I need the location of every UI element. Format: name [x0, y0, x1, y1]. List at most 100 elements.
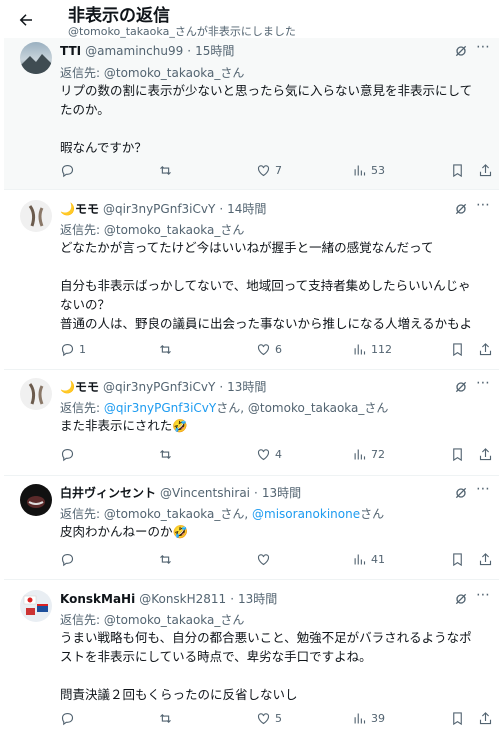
- reply-button[interactable]: 1: [60, 339, 86, 359]
- bookmark-button[interactable]: [450, 549, 465, 569]
- timestamp[interactable]: 13時間: [262, 484, 301, 501]
- share-button[interactable]: [478, 160, 493, 180]
- reply-to: 返信先: @tomoko_takaoka_さん: [60, 64, 244, 81]
- grok-icon[interactable]: [453, 43, 469, 59]
- tweet-actions: 1 6 112: [60, 339, 493, 359]
- views-icon: [354, 344, 366, 354]
- bookmark-button[interactable]: [450, 160, 465, 180]
- views-count: 53: [371, 163, 385, 177]
- bookmark-icon: [453, 711, 462, 725]
- bookmark-button[interactable]: [450, 339, 465, 359]
- like-button[interactable]: 4: [256, 444, 282, 464]
- more-icon[interactable]: ⋯: [476, 197, 491, 213]
- reply-to-user[interactable]: @tomoko_takaoka_さん,: [104, 507, 252, 521]
- separator: ·: [254, 485, 258, 500]
- grok-icon[interactable]: [453, 485, 469, 501]
- separator: ·: [187, 43, 192, 58]
- retweet-icon: [160, 713, 171, 723]
- reply-prefix: 返信先:: [60, 401, 104, 415]
- separator: ·: [230, 591, 235, 606]
- retweet-icon: [160, 449, 171, 459]
- author-handle[interactable]: @qir3nyPGnf3iCvY: [103, 380, 215, 394]
- retweet-button[interactable]: [158, 444, 177, 464]
- retweet-button[interactable]: [158, 708, 177, 728]
- retweet-button[interactable]: [158, 339, 177, 359]
- author-handle[interactable]: @Vincentshirai: [160, 486, 250, 500]
- reply-button[interactable]: [60, 549, 79, 569]
- heart-icon: [257, 343, 270, 355]
- retweet-button[interactable]: [158, 549, 177, 569]
- tweet-actions: 7 53: [60, 160, 493, 180]
- reply-to-user[interactable]: @tomoko_takaoka_さん: [104, 223, 245, 237]
- reply-button[interactable]: [60, 708, 79, 728]
- author-name[interactable]: 🌙モモ: [60, 378, 99, 395]
- views-button[interactable]: 53: [352, 160, 385, 180]
- like-button[interactable]: [256, 549, 275, 569]
- avatar[interactable]: [20, 42, 52, 74]
- reply-to-user-link[interactable]: @misoranokinone: [252, 507, 360, 521]
- author-handle[interactable]: @KonskH2811: [139, 592, 226, 606]
- more-icon[interactable]: ⋯: [476, 375, 491, 391]
- reply-prefix: 返信先:: [60, 223, 104, 237]
- views-button[interactable]: 41: [352, 549, 385, 569]
- like-button[interactable]: 7: [256, 160, 282, 180]
- timestamp[interactable]: 14時間: [227, 200, 266, 217]
- author-name[interactable]: KonskMaHi: [60, 592, 135, 606]
- reply-to: 返信先: @tomoko_takaoka_さん: [60, 221, 244, 238]
- views-button[interactable]: 112: [352, 339, 392, 359]
- avatar[interactable]: [20, 200, 52, 232]
- timestamp[interactable]: 13時間: [227, 378, 266, 395]
- tweet-text: どなたかが言ってたけど今はいいねが握手と一緒の感覚なんだって 自分も非表示ばっか…: [60, 240, 473, 331]
- share-button[interactable]: [478, 549, 493, 569]
- avatar[interactable]: [20, 484, 52, 516]
- share-button[interactable]: [478, 708, 493, 728]
- author-name[interactable]: 🌙モモ: [60, 200, 99, 217]
- avatar[interactable]: [20, 378, 52, 410]
- views-icon: [354, 449, 366, 459]
- share-button[interactable]: [478, 339, 493, 359]
- bookmark-button[interactable]: [450, 708, 465, 728]
- like-button[interactable]: 6: [256, 339, 282, 359]
- grok-icon[interactable]: [453, 379, 469, 395]
- timestamp[interactable]: 15時間: [195, 42, 234, 59]
- author-handle[interactable]: @amaminchu99: [85, 44, 183, 58]
- share-button[interactable]: [478, 444, 493, 464]
- tweet[interactable]: TTI @amaminchu99 · 15時間 ⋯ 返信先: @tomoko_t…: [4, 38, 499, 190]
- more-icon[interactable]: ⋯: [476, 587, 491, 603]
- tweet-header: 🌙モモ @qir3nyPGnf3iCvY · 14時間: [60, 200, 266, 217]
- views-button[interactable]: 72: [352, 444, 385, 464]
- author-name[interactable]: TTI: [60, 44, 81, 58]
- retweet-button[interactable]: [158, 160, 177, 180]
- author-handle[interactable]: @qir3nyPGnf3iCvY: [103, 202, 215, 216]
- reply-icon: [61, 343, 74, 356]
- arrow-left-icon[interactable]: [14, 8, 38, 32]
- timestamp[interactable]: 13時間: [238, 590, 277, 607]
- views-icon: [354, 713, 366, 723]
- more-icon[interactable]: ⋯: [476, 481, 491, 497]
- reply-button[interactable]: [60, 444, 79, 464]
- reply-to-user[interactable]: @tomoko_takaoka_さん: [104, 613, 245, 627]
- tweet-text: リプの数の割に表示が少ないと思ったら気に入らない意見を非表示にしてたのか。 暇な…: [60, 83, 473, 155]
- like-button[interactable]: 5: [256, 708, 282, 728]
- views-count: 72: [371, 447, 385, 461]
- grok-icon[interactable]: [453, 201, 469, 217]
- tweet[interactable]: 🌙モモ @qir3nyPGnf3iCvY · 13時間 ⋯ 返信先: @qir3…: [4, 370, 499, 476]
- grok-icon[interactable]: [453, 591, 469, 607]
- reply-button[interactable]: [60, 160, 79, 180]
- reply-to-user[interactable]: @tomoko_takaoka_さん: [104, 66, 245, 80]
- tweet[interactable]: 白井ヴィンセント @Vincentshirai · 13時間 ⋯ 返信先: @t…: [4, 476, 499, 580]
- reply-to-user[interactable]: @tomoko_takaoka_さん: [248, 401, 389, 415]
- heart-icon: [257, 448, 270, 460]
- reply-to-user-link[interactable]: @qir3nyPGnf3iCvY: [104, 401, 216, 415]
- avatar[interactable]: [20, 590, 52, 622]
- like-count: 4: [275, 447, 282, 461]
- tweet[interactable]: KonskMaHi @KonskH2811 · 13時間 ⋯ 返信先: @tom…: [4, 580, 499, 730]
- more-icon[interactable]: ⋯: [476, 39, 491, 55]
- views-button[interactable]: 39: [352, 708, 385, 728]
- bookmark-button[interactable]: [450, 444, 465, 464]
- tweet-actions: 4 72: [60, 444, 493, 464]
- retweet-icon: [160, 165, 171, 175]
- reply-count: 1: [79, 342, 86, 356]
- author-name[interactable]: 白井ヴィンセント: [60, 484, 156, 501]
- tweet[interactable]: 🌙モモ @qir3nyPGnf3iCvY · 14時間 ⋯ 返信先: @tomo…: [4, 190, 499, 370]
